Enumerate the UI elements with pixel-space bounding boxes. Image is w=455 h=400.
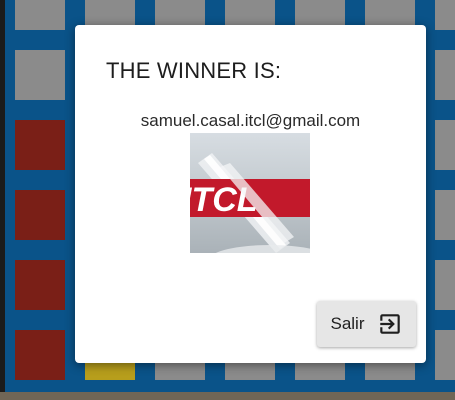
exit-button[interactable]: Salir [317, 301, 416, 347]
board-cell[interactable] [435, 330, 455, 380]
dialog-title: THE WINNER IS: [106, 58, 282, 83]
board-cell-red-piece[interactable] [15, 120, 65, 170]
winner-avatar: ITCL [190, 133, 310, 253]
board-cell-red-piece[interactable] [15, 260, 65, 310]
avatar-photo: ITCL [190, 133, 310, 253]
board-cell[interactable] [435, 0, 455, 30]
exit-to-app-icon [377, 311, 403, 337]
board-cell[interactable] [15, 50, 65, 100]
board-cell[interactable] [435, 50, 455, 100]
board-cell-red-piece[interactable] [15, 190, 65, 240]
game-screen: THE WINNER IS: samuel.casal.itcl@gmail.c… [0, 0, 455, 400]
winner-dialog: THE WINNER IS: samuel.casal.itcl@gmail.c… [75, 25, 426, 363]
winner-email: samuel.casal.itcl@gmail.com [140, 111, 361, 130]
board-cell[interactable] [15, 0, 65, 30]
board-cell[interactable] [435, 190, 455, 240]
board-cell[interactable] [435, 120, 455, 170]
bottom-bar [0, 392, 455, 400]
board-cell-red-piece[interactable] [15, 330, 65, 380]
board-cell[interactable] [435, 260, 455, 310]
exit-button-label: Salir [330, 314, 365, 333]
